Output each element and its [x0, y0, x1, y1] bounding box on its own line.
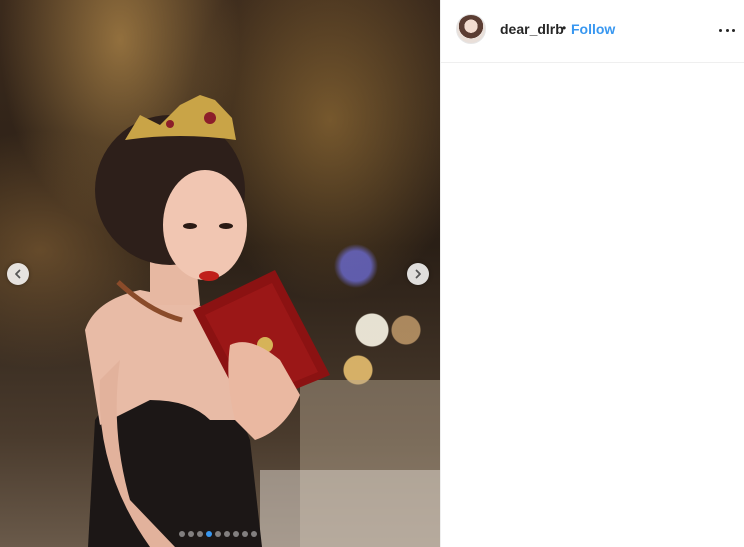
carousel-dot [224, 531, 230, 537]
carousel-dot [251, 531, 257, 537]
more-options-button[interactable] [719, 22, 735, 38]
carousel-dot [188, 531, 194, 537]
post-media[interactable] [0, 0, 440, 547]
carousel-dot [197, 531, 203, 537]
username-link[interactable]: dear_dlrb [500, 21, 564, 37]
post-sidebar: dear_dlrb • Follow [440, 0, 744, 547]
carousel-dot [233, 531, 239, 537]
post-photo [85, 95, 440, 547]
carousel-dot [242, 531, 248, 537]
more-options-icon [725, 28, 729, 32]
follow-button[interactable]: Follow [571, 21, 615, 37]
previous-button[interactable] [7, 263, 29, 285]
chevron-left-icon [15, 269, 21, 279]
avatar[interactable] [456, 14, 486, 44]
carousel-indicator [179, 531, 257, 537]
header-separator: • [562, 21, 567, 35]
carousel-dot [206, 531, 212, 537]
more-options-icon [732, 28, 735, 32]
post-header: dear_dlrb • Follow [441, 0, 744, 63]
more-options-icon [719, 28, 722, 32]
carousel-dot [215, 531, 221, 537]
next-button[interactable] [407, 263, 429, 285]
chevron-right-icon [415, 269, 421, 279]
carousel-dot [179, 531, 185, 537]
